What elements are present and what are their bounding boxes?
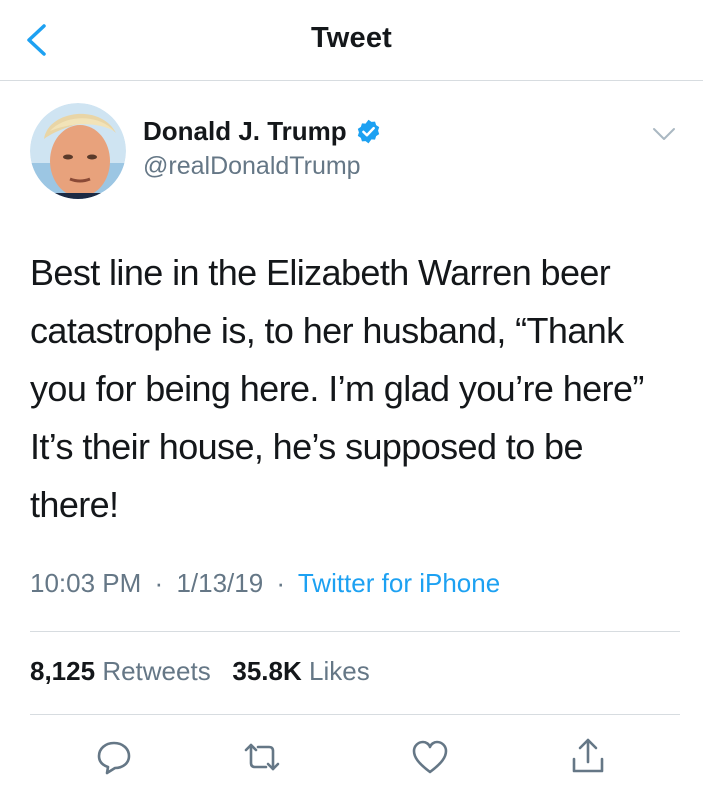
verified-badge-icon [357, 119, 379, 144]
likes-label: Likes [309, 656, 370, 686]
tweet-date: 1/13/19 [176, 568, 264, 598]
tweet-stats: 8,125 Retweets 35.8K Likes [30, 656, 370, 687]
action-bar [0, 735, 703, 785]
avatar[interactable] [30, 103, 126, 199]
retweet-icon [244, 743, 280, 771]
top-bar: Tweet [0, 0, 703, 81]
retweets-label: Retweets [102, 656, 211, 686]
like-button[interactable] [408, 735, 452, 779]
tweet-text: Best line in the Elizabeth Warren beer c… [30, 252, 644, 525]
share-button[interactable] [566, 735, 610, 779]
tweet-time: 10:03 PM [30, 568, 142, 598]
more-options-button[interactable] [650, 124, 678, 144]
reply-button[interactable] [92, 735, 136, 779]
tweet-meta: 10:03 PM · 1/13/19 · Twitter for iPhone [30, 568, 500, 599]
retweets-stat[interactable]: 8,125 Retweets [30, 656, 218, 686]
like-icon [412, 740, 448, 774]
retweet-button[interactable] [240, 735, 284, 779]
divider [30, 714, 680, 715]
likes-stat[interactable]: 35.8K Likes [232, 656, 369, 686]
author-handle[interactable]: @realDonaldTrump [143, 152, 361, 181]
author-name-row[interactable]: Donald J. Trump [143, 116, 382, 147]
meta-separator: · [154, 568, 164, 598]
profile-photo [30, 103, 126, 199]
chevron-down-icon [653, 128, 675, 140]
divider [30, 631, 680, 632]
meta-separator: · [276, 568, 286, 598]
display-name[interactable]: Donald J. Trump [143, 116, 347, 147]
tweet-source-link[interactable]: Twitter for iPhone [298, 568, 500, 598]
retweets-count: 8,125 [30, 656, 96, 686]
page-title: Tweet [310, 22, 393, 54]
reply-icon [97, 741, 131, 775]
share-icon [572, 738, 604, 773]
likes-count: 35.8K [232, 656, 302, 686]
